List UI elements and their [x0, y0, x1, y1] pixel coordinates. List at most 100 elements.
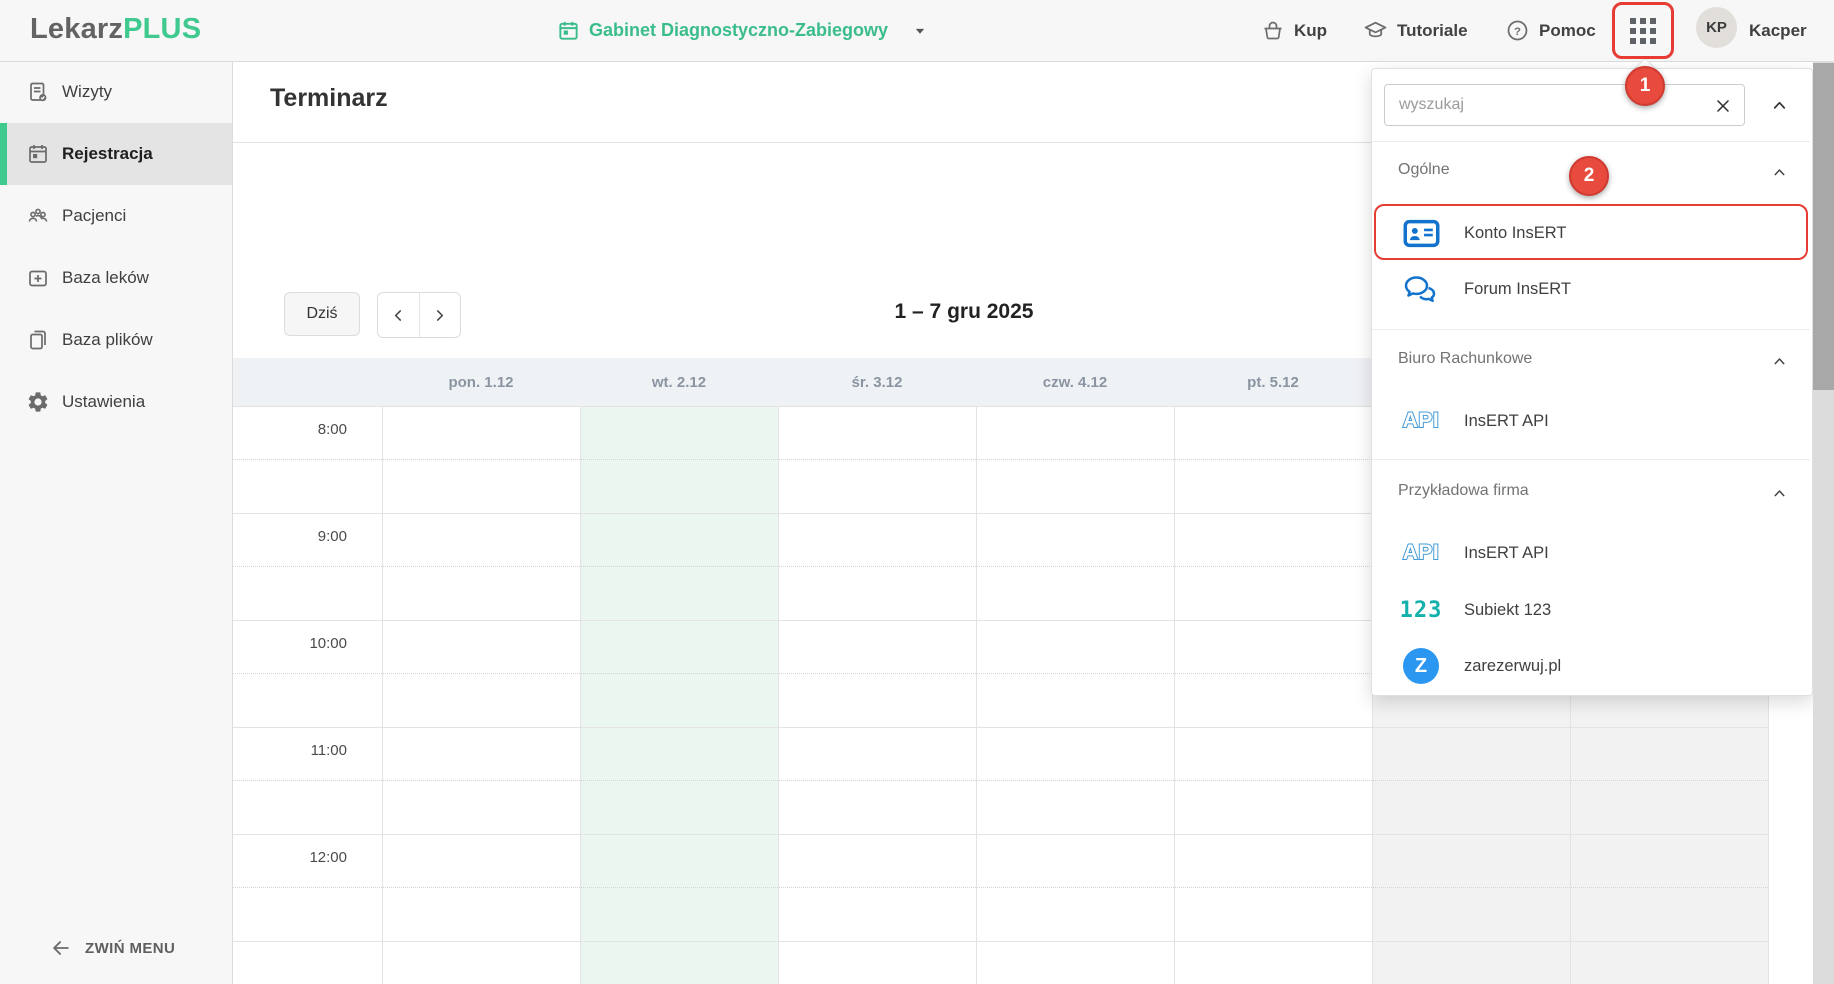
calendar-icon [26, 142, 50, 166]
app-item-subiekt-123[interactable]: 123 Subiekt 123 [1376, 582, 1806, 638]
calendar-grid-line [233, 727, 1768, 728]
section-chevron-up-icon[interactable] [1767, 481, 1791, 505]
office-selector[interactable]: Gabinet Diagnostyczno-Zabiegowy [557, 0, 927, 61]
step-badge-2: 2 [1569, 156, 1609, 196]
calendar-office-icon [557, 19, 580, 42]
api-logo: API [1402, 540, 1440, 565]
files-icon [26, 328, 50, 352]
app-item-label: Forum InsERT [1464, 279, 1571, 298]
app-logo: LekarzPLUS [30, 13, 201, 46]
app-item-konto-insert[interactable]: Konto InsERT [1376, 205, 1806, 261]
sidebar-item-baza-lekow[interactable]: Baza leków [0, 247, 232, 309]
sidebar-item-label: Baza plików [62, 330, 153, 349]
api-logo: API [1402, 408, 1440, 433]
help-circle-icon: ? [1505, 18, 1530, 43]
settings-gear-icon [26, 390, 50, 414]
calendar-grid-line [233, 780, 1768, 781]
day-header: pt. 5.12 [1247, 373, 1299, 391]
sidebar-item-wizyty[interactable]: Wizyty [0, 61, 232, 123]
sidebar-item-pacjenci[interactable]: Pacjenci [0, 185, 232, 247]
collapse-menu-button[interactable]: ZWIŃ MENU [0, 928, 232, 968]
next-week-button[interactable] [418, 293, 461, 337]
scrollbar[interactable] [1813, 61, 1834, 984]
apps-grid-icon [1630, 17, 1656, 44]
calendar-grid-line [580, 406, 581, 984]
calendar-grid-line [1174, 406, 1175, 984]
day-header: wt. 2.12 [651, 373, 707, 391]
section-title-ogolne: Ogólne [1398, 161, 1450, 178]
time-label: 11:00 [310, 742, 347, 759]
nav-item-tutoriale[interactable]: Tutoriale [1363, 0, 1468, 61]
section-chevron-up-icon[interactable] [1767, 160, 1791, 184]
zarezerwuj-logo: Z [1397, 648, 1445, 684]
page-title: Terminarz [270, 84, 388, 112]
nav-item-kup[interactable]: Kup [1261, 0, 1327, 61]
sidebar-item-baza-plikow[interactable]: Baza plików [0, 309, 232, 371]
apps-menu-button[interactable] [1613, 3, 1673, 58]
section-chevron-up-icon[interactable] [1767, 349, 1791, 373]
today-button[interactable]: Dziś [284, 292, 360, 336]
search-input[interactable] [1384, 84, 1745, 126]
id-card-icon [1397, 218, 1445, 249]
nav-item-pomoc[interactable]: ? Pomoc [1505, 0, 1596, 61]
subiekt-123-logo: 123 [1399, 597, 1443, 623]
prev-week-button[interactable] [378, 293, 419, 337]
panel-divider [1372, 459, 1810, 460]
app-item-label: InsERT API [1464, 411, 1549, 430]
time-label: 8:00 [317, 421, 347, 438]
nav-item-label: Pomoc [1539, 20, 1596, 40]
office-selector-label: Gabinet Diagnostyczno-Zabiegowy [589, 20, 889, 40]
sidebar-item-label: Wizyty [62, 82, 113, 101]
forum-bubbles-icon [1397, 274, 1445, 305]
app-screen: LekarzPLUS Gabinet Diagnostyczno-Zabiego… [0, 0, 1834, 984]
panel-divider [1372, 141, 1810, 142]
panel-divider [1372, 329, 1810, 330]
nav-item-label: Tutoriale [1397, 20, 1468, 40]
medicine-box-icon [26, 266, 50, 290]
top-bar: LekarzPLUS Gabinet Diagnostyczno-Zabiego… [0, 0, 1834, 62]
app-item-label: Subiekt 123 [1464, 600, 1552, 619]
sidebar-item-rejestracja[interactable]: Rejestracja [0, 123, 232, 185]
sidebar-item-label: Rejestracja [62, 144, 153, 163]
section-title-biuro-rachunkowe: Biuro Rachunkowe [1398, 350, 1533, 367]
step-badge-1: 1 [1625, 66, 1665, 106]
logo-text-lekarz: Lekarz [30, 13, 124, 45]
time-label: 10:00 [309, 635, 347, 652]
sidebar-item-label: Baza leków [62, 268, 149, 287]
calendar-grid-line [233, 834, 1768, 835]
logo-text-plus: PLUS [123, 13, 202, 45]
svg-text:?: ? [1514, 26, 1521, 38]
visits-note-icon [26, 80, 50, 104]
calendar-grid-line [233, 887, 1768, 888]
user-name: Kacper [1749, 20, 1807, 40]
calendar-grid-line [233, 941, 1768, 942]
section-title-przykladowa-firma: Przykładowa firma [1398, 482, 1529, 499]
app-item-label: zarezerwuj.pl [1464, 656, 1562, 675]
app-item-forum-insert[interactable]: Forum InsERT [1376, 261, 1806, 317]
active-indicator [0, 123, 7, 185]
sidebar-item-ustawienia[interactable]: Ustawienia [0, 371, 232, 433]
calendar-nav-group [377, 292, 461, 338]
patients-icon [26, 204, 50, 228]
sidebar: Wizyty Rejestracja Pacjenci Baza leków B… [0, 61, 233, 984]
chevron-down-icon [913, 24, 927, 38]
date-range-label: 1 – 7 gru 2025 [894, 300, 1034, 323]
clear-search-button[interactable] [1711, 94, 1735, 118]
app-item-insert-api[interactable]: API InsERT API [1376, 525, 1806, 581]
basket-icon [1261, 19, 1285, 43]
sidebar-item-label: Pacjenci [62, 206, 127, 225]
calendar-grid-line [976, 406, 977, 984]
sidebar-item-label: Ustawienia [62, 392, 146, 411]
time-label: 12:00 [309, 849, 347, 866]
calendar-grid-line [382, 406, 383, 984]
day-header: pon. 1.12 [448, 373, 514, 391]
graduation-cap-icon [1363, 18, 1388, 43]
app-item-label: InsERT API [1464, 543, 1549, 562]
avatar[interactable]: KP [1696, 7, 1737, 48]
scrollbar-thumb[interactable] [1813, 63, 1834, 390]
collapse-panel-chevron-up-icon[interactable] [1767, 93, 1791, 117]
calendar-grid-line [778, 406, 779, 984]
app-item-zarezerwuj[interactable]: Z zarezerwuj.pl [1376, 638, 1806, 694]
nav-item-label: Kup [1294, 20, 1328, 40]
app-item-insert-api[interactable]: API InsERT API [1376, 393, 1806, 449]
